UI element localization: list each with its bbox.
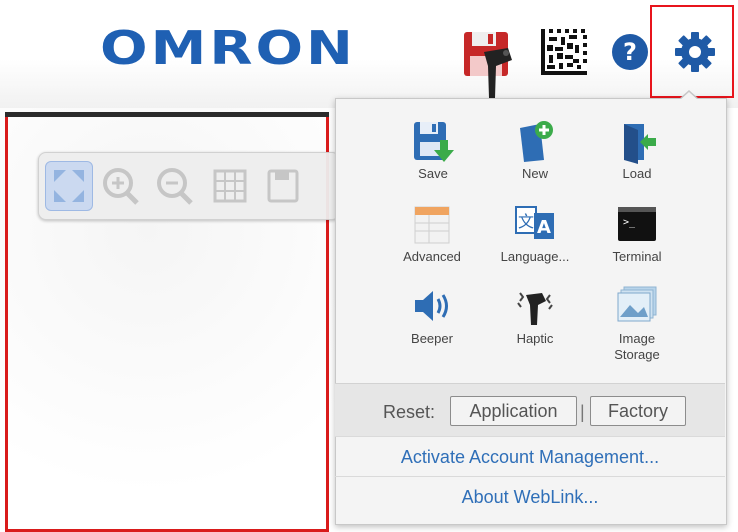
menu-item-advanced[interactable]: Advanced (387, 201, 477, 265)
new-file-icon (520, 121, 553, 162)
svg-text:>_: >_ (623, 217, 636, 228)
canvas-top-bar (5, 112, 329, 117)
fit-screen-button[interactable] (45, 161, 93, 211)
settings-highlight-box (650, 5, 734, 98)
zoom-in-icon (103, 168, 139, 205)
menu-item-label: Advanced (403, 249, 461, 264)
svg-text:?: ? (623, 38, 637, 66)
menu-item-label: Haptic (516, 331, 554, 346)
terminal-icon: >_ (618, 207, 656, 241)
fit-screen-icon (54, 170, 84, 202)
haptic-icon (517, 292, 553, 325)
menu-item-save[interactable]: Save (388, 118, 478, 182)
reset-label: Reset: (383, 402, 436, 422)
menu-item-label: New (521, 166, 548, 181)
grid-icon (213, 169, 247, 203)
menu-item-label-line2: Storage (614, 347, 660, 362)
menu-item-label: Language... (500, 249, 570, 264)
help-icon[interactable]: ? (610, 32, 650, 72)
menu-item-label: Save (418, 166, 448, 181)
menu-item-image-storage[interactable]: Image Storage (592, 283, 682, 363)
menu-pointer-fill (680, 92, 698, 100)
language-icon: 文 A (515, 206, 554, 239)
app-header: OMRON ? (0, 0, 738, 108)
menu-item-terminal[interactable]: >_ Terminal (592, 201, 682, 265)
advanced-table-icon (414, 206, 450, 244)
reset-row: Reset: Application | Factory (335, 383, 725, 436)
reset-factory-button[interactable]: Factory (590, 396, 686, 426)
zoom-out-button[interactable] (151, 161, 199, 211)
svg-text:文: 文 (518, 212, 534, 231)
zoom-out-icon (157, 168, 193, 205)
save-icon (414, 122, 454, 162)
menu-item-haptic[interactable]: Haptic (490, 283, 580, 347)
menu-item-beeper[interactable]: Beeper (387, 283, 477, 347)
menu-item-new[interactable]: New (490, 118, 580, 182)
save-config-icon[interactable] (462, 30, 518, 100)
menu-item-label: Beeper (411, 331, 453, 346)
zoom-in-button[interactable] (97, 161, 145, 211)
menu-item-load[interactable]: Load (592, 118, 682, 182)
load-icon (624, 124, 656, 164)
barcode-icon[interactable] (541, 29, 587, 75)
activate-account-management-link[interactable]: Activate Account Management... (335, 436, 725, 477)
menu-item-label: Terminal (612, 249, 662, 264)
menu-item-label: Image (618, 331, 656, 346)
save-image-button[interactable] (259, 161, 307, 211)
image-storage-icon (617, 286, 657, 322)
reset-separator: | (580, 402, 585, 422)
about-weblink-link[interactable]: About WebLink... (335, 476, 725, 517)
menu-item-language[interactable]: 文 A Language... (490, 201, 580, 265)
reset-application-button[interactable]: Application (450, 396, 577, 426)
speaker-icon (415, 291, 448, 321)
save-image-icon (267, 169, 299, 203)
omron-logo: OMRON (100, 22, 356, 76)
image-toolbar (38, 152, 340, 220)
grid-button[interactable] (205, 161, 253, 211)
svg-text:A: A (537, 217, 551, 238)
menu-item-label: Load (622, 166, 652, 181)
